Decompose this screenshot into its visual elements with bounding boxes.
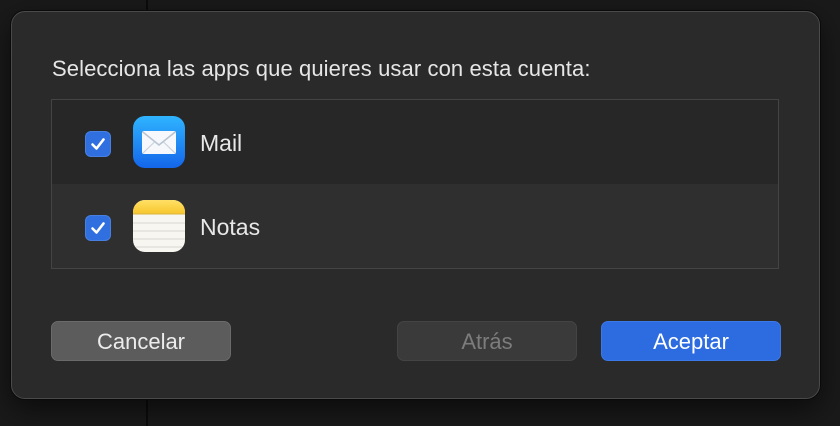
notes-checkbox[interactable] [85, 215, 111, 241]
app-name-notes: Notas [200, 214, 261, 240]
back-button[interactable]: Atrás [397, 321, 577, 361]
accept-button[interactable]: Aceptar [601, 321, 781, 361]
app-list: Mail Notas [51, 99, 779, 269]
cancel-button[interactable]: Cancelar [51, 321, 231, 361]
account-apps-sheet: Selecciona las apps que quieres usar con… [11, 11, 820, 399]
app-row-mail[interactable]: Mail [52, 100, 778, 184]
app-row-notes[interactable]: Notas [52, 184, 778, 268]
checkmark-icon [91, 138, 105, 150]
notes-app-icon [133, 200, 185, 252]
mail-checkbox[interactable] [85, 131, 111, 157]
sheet-prompt: Selecciona las apps que quieres usar con… [52, 56, 591, 81]
mail-app-icon [133, 116, 185, 168]
app-name-mail: Mail [200, 130, 243, 156]
checkmark-icon [91, 222, 105, 234]
